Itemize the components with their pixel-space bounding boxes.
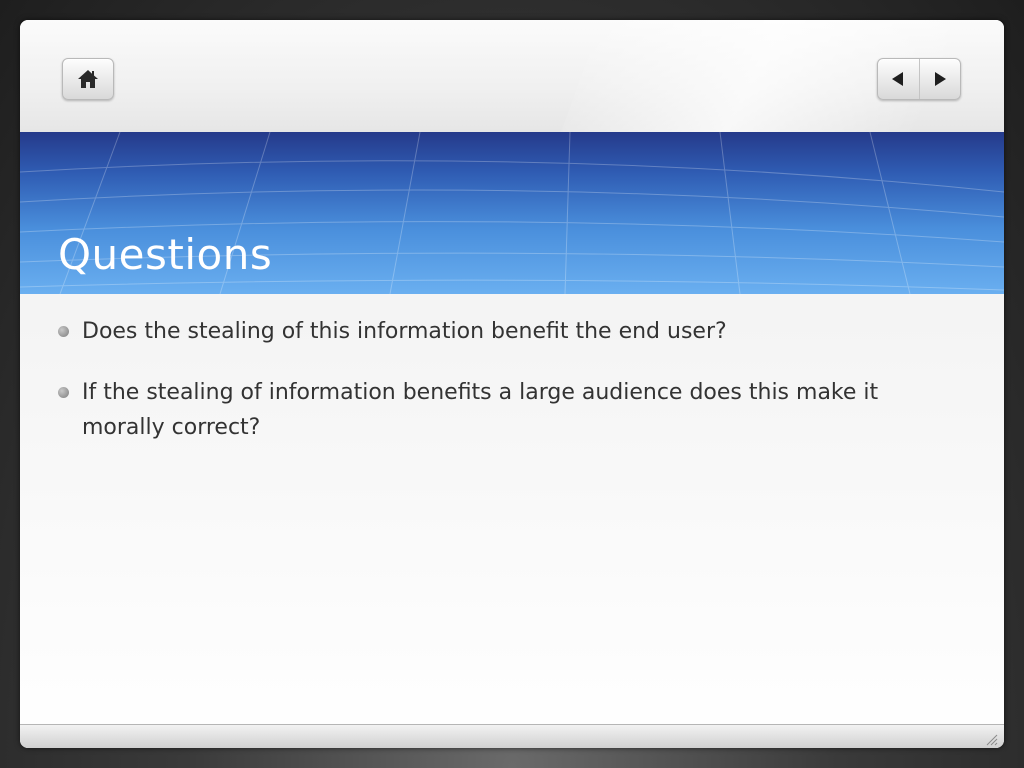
- bullet-dot-icon: [58, 326, 69, 337]
- bullet-list: Does the stealing of this information be…: [56, 314, 956, 445]
- navigation-buttons: [877, 58, 961, 100]
- slide-title: Questions: [58, 230, 273, 279]
- slide-top-bar: [20, 20, 1004, 132]
- home-icon: [78, 70, 98, 88]
- bullet-item: If the stealing of information benefits …: [56, 375, 956, 445]
- resize-grip-icon[interactable]: [984, 732, 998, 746]
- slide: Questions Does the stealing of this info…: [20, 20, 1004, 748]
- bullet-text: Does the stealing of this information be…: [82, 319, 727, 344]
- slide-content: Does the stealing of this information be…: [56, 314, 956, 471]
- bullet-item: Does the stealing of this information be…: [56, 314, 956, 349]
- home-button[interactable]: [62, 58, 114, 100]
- triangle-left-icon: [892, 72, 904, 86]
- bullet-text: If the stealing of information benefits …: [82, 380, 879, 440]
- next-slide-button[interactable]: [918, 59, 961, 99]
- title-band: Questions: [20, 132, 1004, 294]
- triangle-right-icon: [934, 72, 946, 86]
- slide-footer-bar: [20, 724, 1004, 748]
- previous-slide-button[interactable]: [878, 59, 919, 99]
- bullet-dot-icon: [58, 387, 69, 398]
